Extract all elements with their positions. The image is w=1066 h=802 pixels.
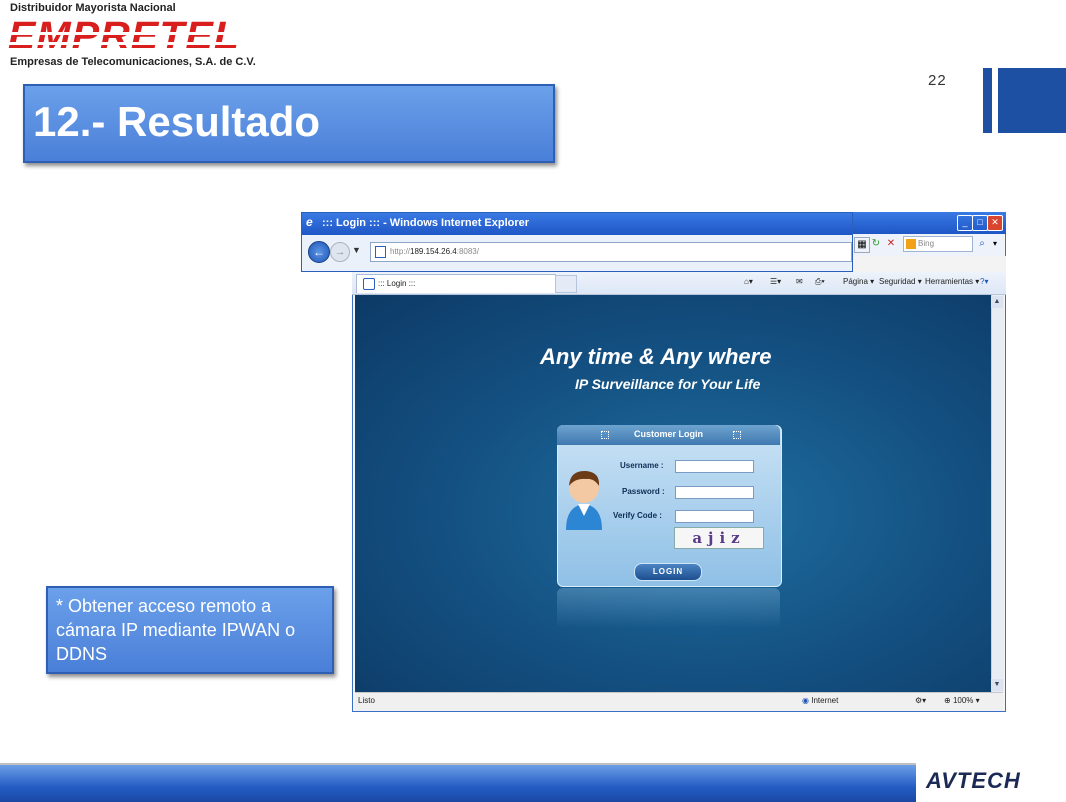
status-bar bbox=[355, 692, 1003, 711]
verify-code-field[interactable] bbox=[675, 510, 754, 523]
close-button[interactable]: ✕ bbox=[987, 215, 1003, 231]
page-icon bbox=[375, 245, 386, 258]
protected-mode-icon[interactable]: ⚙▾ bbox=[915, 696, 926, 705]
note-text: * Obtener acceso remoto a cámara IP medi… bbox=[56, 596, 296, 664]
recent-pages-chevron-icon[interactable]: ▼ bbox=[352, 245, 361, 255]
zoom-icon: ⊕ bbox=[944, 696, 951, 705]
brand-tagline-bottom: Empresas de Telecomunicaciones, S.A. de … bbox=[10, 56, 256, 68]
hero-subtitle: IP Surveillance for Your Life bbox=[575, 376, 761, 392]
status-text: Listo bbox=[358, 696, 375, 705]
help-icon[interactable]: ?▾ bbox=[980, 277, 988, 286]
tools-menu-label: Herramientas bbox=[925, 277, 974, 286]
address-bar[interactable]: http://189.154.26.4:8083/ bbox=[370, 242, 852, 262]
slide-title-box: 12.- Resultado bbox=[23, 84, 555, 163]
username-field[interactable] bbox=[675, 460, 754, 473]
page-icon bbox=[363, 277, 375, 290]
decorative-dots-icon bbox=[733, 431, 741, 439]
brand-tagline-top: Distribuidor Mayorista Nacional bbox=[10, 2, 176, 14]
url-host: 189.154.26.4 bbox=[410, 247, 457, 256]
new-tab-button[interactable] bbox=[555, 275, 577, 293]
maximize-button[interactable]: □ bbox=[972, 215, 988, 231]
print-icon[interactable]: ⎙▾ bbox=[815, 277, 825, 287]
tools-menu[interactable]: Herramientas ▾ bbox=[925, 277, 979, 286]
ie-logo-icon: e bbox=[306, 215, 313, 229]
search-placeholder: Bing bbox=[918, 239, 935, 249]
globe-icon: ◉ bbox=[802, 696, 809, 705]
footer-bar bbox=[0, 763, 916, 802]
scroll-up-icon[interactable]: ▲ bbox=[991, 296, 1003, 308]
internet-zone: ◉ Internet bbox=[802, 696, 838, 705]
refresh-icon[interactable]: ↻ bbox=[869, 237, 883, 251]
vertical-scrollbar[interactable] bbox=[991, 295, 1004, 692]
tab-label: ::: Login ::: bbox=[378, 279, 416, 288]
url-scheme: http:// bbox=[390, 247, 411, 256]
avtech-logo: AVTECH bbox=[926, 768, 1021, 793]
captcha-image: ajiz bbox=[674, 527, 764, 549]
forward-arrow-icon[interactable]: → bbox=[330, 242, 350, 262]
bing-icon bbox=[906, 239, 916, 249]
url-port: :8083/ bbox=[456, 247, 479, 256]
password-field[interactable] bbox=[675, 486, 754, 499]
note-box: * Obtener acceso remoto a cámara IP medi… bbox=[46, 586, 334, 674]
window-title: ::: Login ::: - Windows Internet Explore… bbox=[322, 217, 530, 229]
page-menu-label: Página bbox=[843, 277, 868, 286]
login-header-title: Customer Login bbox=[634, 429, 703, 439]
security-menu-label: Seguridad bbox=[879, 277, 916, 286]
password-label: Password : bbox=[622, 487, 665, 496]
slide-title: 12.- Resultado bbox=[33, 98, 321, 145]
compat-view-icon[interactable]: ▦ bbox=[854, 237, 870, 253]
page-menu[interactable]: Página ▾ bbox=[843, 277, 874, 286]
search-options-chevron-icon[interactable]: ▾ bbox=[988, 237, 1002, 251]
decorative-bar-thin bbox=[983, 68, 992, 133]
empretel-logo: EMPRETEL bbox=[8, 15, 246, 57]
decorative-dots-icon bbox=[601, 431, 609, 439]
scroll-down-icon[interactable]: ▼ bbox=[991, 679, 1003, 691]
search-icon[interactable]: ⌕ bbox=[975, 237, 989, 251]
footer-divider bbox=[916, 763, 920, 800]
minimize-button[interactable]: _ bbox=[957, 215, 973, 231]
home-icon[interactable]: ⌂▾ bbox=[744, 277, 753, 286]
verify-code-label: Verify Code : bbox=[613, 511, 662, 520]
stop-icon[interactable]: ✕ bbox=[884, 237, 898, 251]
login-button[interactable]: LOGIN bbox=[634, 563, 702, 581]
username-label: Username : bbox=[620, 461, 664, 470]
zoom-control[interactable]: ⊕ 100% ▾ bbox=[944, 696, 980, 705]
hero-title: Any time & Any where bbox=[540, 344, 772, 369]
empretel-logo-text: EMPRETEL bbox=[8, 15, 241, 57]
page-number: 22 bbox=[928, 72, 947, 89]
tab-login[interactable]: ::: Login ::: bbox=[356, 274, 556, 293]
login-panel-reflection bbox=[557, 588, 780, 628]
zone-label: Internet bbox=[811, 696, 839, 705]
security-menu[interactable]: Seguridad ▾ bbox=[879, 277, 922, 286]
captcha-text: ajiz bbox=[692, 529, 746, 547]
mail-icon[interactable]: ✉ bbox=[796, 277, 803, 286]
back-arrow-icon[interactable]: ← bbox=[308, 241, 330, 263]
user-avatar-icon bbox=[566, 470, 602, 530]
feeds-icon[interactable]: ☰▾ bbox=[770, 277, 781, 286]
decorative-bar-wide bbox=[998, 68, 1066, 133]
zoom-level: 100% bbox=[952, 696, 974, 705]
search-input[interactable]: Bing bbox=[903, 236, 973, 252]
